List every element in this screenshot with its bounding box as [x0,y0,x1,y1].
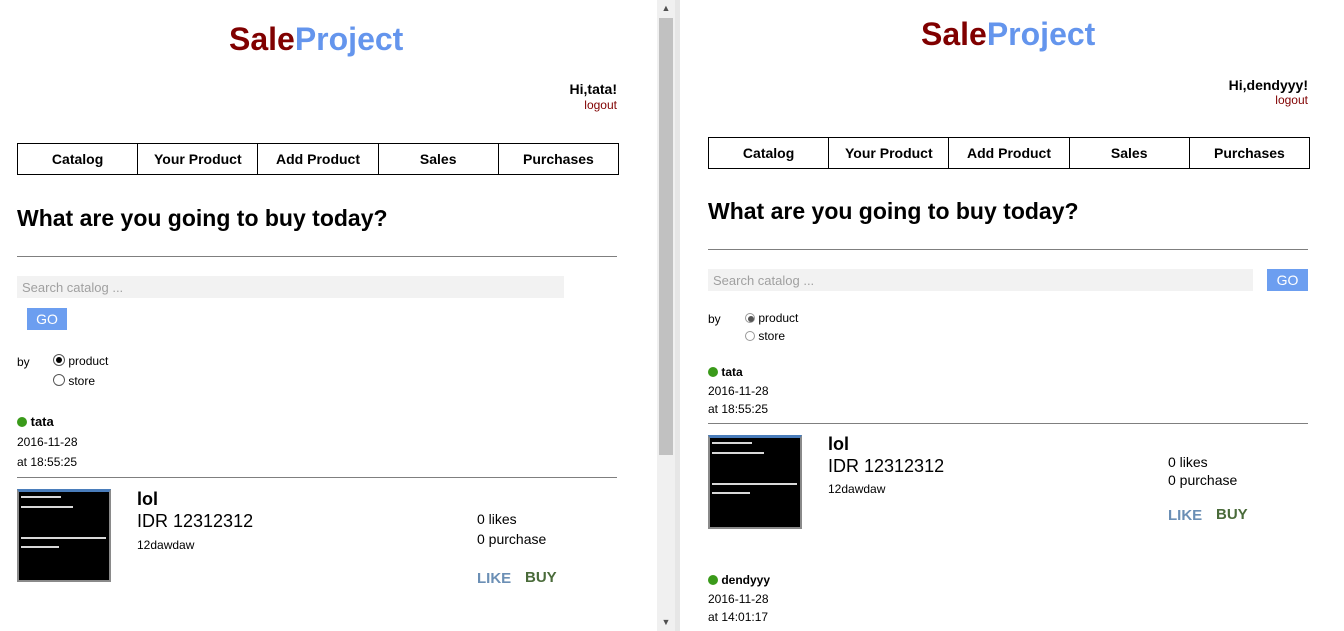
main-nav: Catalog Your Product Add Product Sales P… [17,143,619,175]
radio-store-icon[interactable] [53,374,65,386]
nav-your-product[interactable]: Your Product [829,138,950,168]
product-description: 12dawdaw [828,482,886,496]
nav-sales[interactable]: Sales [379,144,499,174]
nav-catalog[interactable]: Catalog [18,144,139,174]
buy-button[interactable]: BUY [1216,506,1248,523]
product-thumbnail[interactable] [17,489,111,582]
nav-purchases[interactable]: Purchases [499,144,618,174]
listing-time: at 18:55:25 [17,455,78,469]
filter-store-option[interactable]: store [53,374,95,388]
left-pane-scrollbar[interactable]: ▲ ▼ [657,0,675,631]
search-go-button[interactable]: GO [27,308,67,330]
nav-sales[interactable]: Sales [1070,138,1190,168]
online-dot-icon [17,417,27,427]
scrollbar-thumb[interactable] [659,18,673,455]
seller-name-text: tata [721,365,743,379]
listing-date: 2016-11-28 [708,592,769,606]
online-dot-icon [708,575,718,585]
buy-button[interactable]: BUY [525,569,557,586]
filter-by-label: by [17,355,30,369]
radio-product-icon[interactable] [53,354,65,366]
purchase-count: 0 purchase [477,531,547,547]
search-input[interactable] [708,269,1253,291]
triangle-up-icon[interactable]: ▲ [657,0,675,17]
main-nav: Catalog Your Product Add Product Sales P… [708,137,1310,169]
seller-name-text: tata [30,414,54,429]
filter-store-option[interactable]: store [745,329,785,343]
user-greeting: Hi,tata! [569,81,617,97]
nav-add-product[interactable]: Add Product [258,144,379,174]
like-button[interactable]: LIKE [1168,507,1202,524]
left-browser-pane: SaleProject Hi,tata! logout Catalog Your… [0,0,657,631]
filter-product-label: product [68,354,109,368]
listing-divider [708,423,1308,424]
likes-count: 0 likes [1168,454,1208,470]
listing-date: 2016-11-28 [708,384,769,398]
nav-your-product[interactable]: Your Product [138,144,259,174]
logo-sale-text: Sale [229,21,295,57]
filter-product-option[interactable]: product [53,354,108,368]
site-logo[interactable]: SaleProject [921,16,1095,53]
logout-link[interactable]: logout [584,98,617,112]
filter-product-label: product [758,311,799,325]
logo-project-text: Project [986,16,1096,52]
product-name[interactable]: lol [137,489,158,510]
seller-name[interactable]: tata [17,414,54,429]
product-price: IDR 12312312 [828,456,945,476]
site-logo[interactable]: SaleProject [229,21,403,58]
listing-time: at 18:55:25 [708,402,769,416]
online-dot-icon [708,367,718,377]
filter-product-option[interactable]: product [745,311,798,325]
nav-catalog[interactable]: Catalog [709,138,830,168]
logo-project-text: Project [294,21,404,57]
product-description: 12dawdaw [137,538,195,552]
like-button[interactable]: LIKE [477,570,511,587]
right-browser-pane: SaleProject Hi,dendyyy! logout Catalog Y… [680,0,1344,631]
product-thumbnail[interactable] [708,435,802,529]
filter-store-label: store [68,374,96,388]
nav-add-product[interactable]: Add Product [949,138,1070,168]
filter-by-label: by [708,312,721,326]
seller-name[interactable]: dendyyy [708,573,770,587]
search-go-button[interactable]: GO [1267,269,1308,291]
listing-date: 2016-11-28 [17,435,78,449]
title-divider [708,249,1308,250]
logout-link[interactable]: logout [1275,93,1308,107]
purchase-count: 0 purchase [1168,472,1238,488]
product-name[interactable]: lol [828,434,849,455]
title-divider [17,256,617,257]
page-title: What are you going to buy today? [17,205,388,231]
triangle-down-icon[interactable]: ▼ [657,614,675,631]
user-greeting: Hi,dendyyy! [1228,77,1308,93]
product-price: IDR 12312312 [137,511,254,531]
listing-divider [17,477,617,478]
seller-name[interactable]: tata [708,365,743,379]
logo-sale-text: Sale [921,16,987,52]
search-input[interactable] [17,276,564,298]
likes-count: 0 likes [477,511,517,527]
seller-name-text: dendyyy [721,573,771,587]
nav-purchases[interactable]: Purchases [1190,138,1309,168]
filter-store-label: store [758,329,786,343]
page-title: What are you going to buy today? [708,198,1079,224]
radio-product-icon[interactable] [745,313,755,323]
listing-time: at 14:01:17 [708,610,769,624]
radio-store-icon[interactable] [745,331,755,341]
